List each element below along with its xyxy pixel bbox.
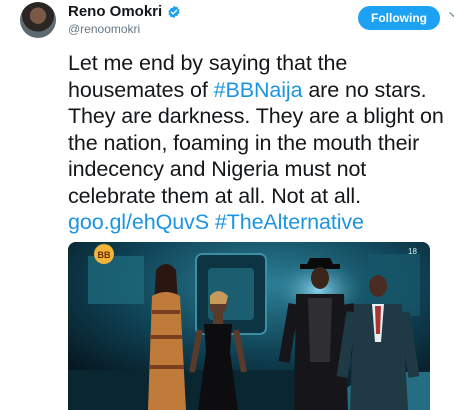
author-name-line: Reno Omokri xyxy=(68,3,181,20)
stage-photo: BB 18 xyxy=(68,242,430,410)
tweet-text: Let me end by saying that the housemates… xyxy=(68,50,450,236)
corner-badge: 18 xyxy=(408,247,417,256)
hashtag-thealternative-link[interactable]: #TheAlternative xyxy=(215,210,364,234)
logo-text: BB xyxy=(98,250,111,260)
show-logo: BB xyxy=(94,244,114,264)
author-display-name[interactable]: Reno Omokri xyxy=(68,3,162,20)
tweet-media-image[interactable]: BB 18 xyxy=(68,242,430,410)
chevron-down-icon[interactable] xyxy=(449,10,454,19)
shortened-url-link[interactable]: goo.gl/ehQuvS xyxy=(68,210,209,234)
following-button[interactable]: Following xyxy=(358,6,440,30)
verified-badge-icon xyxy=(168,5,180,18)
author-handle[interactable]: @renoomokri xyxy=(68,22,140,36)
avatar[interactable] xyxy=(20,2,56,38)
hashtag-bbnaija-link[interactable]: #BBNaija xyxy=(214,78,303,102)
